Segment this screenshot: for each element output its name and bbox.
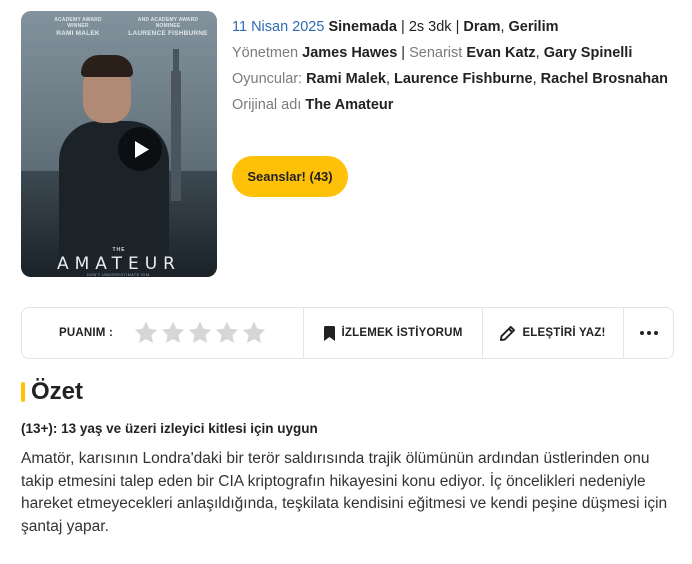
release-date: 11 Nisan 2025 [232, 19, 325, 35]
poster-credit-right-line1: AND ACADEMY AWARD NOMINEE [137, 17, 199, 30]
original-title: The Amateur [305, 97, 394, 113]
poster-credit-left: ACADEMY AWARD WINNER RAMI MALEK [43, 17, 113, 38]
movie-poster[interactable]: ACADEMY AWARD WINNER RAMI MALEK AND ACAD… [21, 11, 217, 277]
poster-title: AMATEUR [57, 254, 181, 274]
cast-label: Oyuncular: [232, 71, 303, 87]
separator: | [401, 19, 405, 35]
poster-minaret [171, 49, 181, 201]
release-status: Sinemada [328, 19, 397, 35]
writer-label: Senarist [409, 45, 463, 61]
star-icon[interactable] [241, 320, 267, 346]
poster-credit-right: AND ACADEMY AWARD NOMINEE LAURENCE FISHB… [126, 17, 210, 38]
poster-figure-hair [81, 55, 133, 77]
poster-tagline: DON'T UNDERESTIMATE HIM. [87, 273, 151, 277]
rating-stars [133, 320, 267, 346]
play-icon [134, 140, 149, 158]
poster-credit-left-line2: RAMI MALEK [56, 29, 100, 37]
poster-credit-left-line1: ACADEMY AWARD WINNER [54, 17, 102, 30]
rating-label: PUANIM : [59, 327, 113, 339]
watchlist-label: İZLEMEK İSTİYORUM [341, 327, 463, 339]
summary-accent-bar [21, 382, 25, 402]
original-title-row: Orijinal adı The Amateur [232, 95, 677, 116]
release-row: 11 Nisan 2025 Sinemada | 2s 3dk | Dram, … [232, 19, 559, 35]
more-options-button[interactable] [624, 308, 673, 358]
summary-heading: Özet [21, 378, 83, 406]
cast-row: Oyuncular: Rami Malek, Laurence Fishburn… [232, 71, 668, 87]
separator: | [455, 19, 460, 35]
sessions-button[interactable]: Seanslar! (43) [232, 156, 348, 197]
trailer-play-button[interactable] [118, 127, 162, 171]
movie-info: 11 Nisan 2025 Sinemada | 2s 3dk | Dram, … [232, 17, 677, 121]
star-icon[interactable] [133, 320, 159, 346]
action-bar: PUANIM : İZLEMEK İSTİYORUM ELEŞTİRİ YAZ! [21, 307, 674, 359]
star-icon[interactable] [187, 320, 213, 346]
pencil-icon [500, 325, 516, 341]
director-label: Yönetmen [232, 45, 299, 61]
write-review-button[interactable]: ELEŞTİRİ YAZ! [483, 308, 624, 358]
separator: | [401, 45, 406, 61]
poster-title-small: THE [112, 247, 126, 253]
more-dots-icon [639, 331, 658, 335]
review-label: ELEŞTİRİ YAZ! [522, 327, 606, 339]
crew-row: Yönetmen James Hawes | Senarist Evan Kat… [232, 45, 633, 61]
cast-link[interactable]: Rami Malek [306, 71, 386, 87]
rating-cell: PUANIM : [22, 308, 304, 358]
writer-link[interactable]: Evan Katz [466, 45, 535, 61]
summary-title: Özet [31, 378, 84, 405]
original-title-label: Orijinal adı [232, 97, 302, 113]
poster-credit-right-line2: LAURENCE FISHBURNE [128, 29, 208, 37]
genre-link[interactable]: Gerilim [509, 19, 559, 35]
genre-link[interactable]: Dram [463, 19, 500, 35]
age-rating: (13+): 13 yaş ve üzeri izleyici kitlesi … [21, 421, 318, 436]
duration: 2s 3dk [408, 19, 452, 35]
watchlist-button[interactable]: İZLEMEK İSTİYORUM [304, 308, 483, 358]
director-link[interactable]: James Hawes [302, 45, 397, 61]
star-icon[interactable] [160, 320, 186, 346]
cast-link[interactable]: Laurence Fishburne [394, 71, 533, 87]
writer-link[interactable]: Gary Spinelli [544, 45, 633, 61]
star-icon[interactable] [214, 320, 240, 346]
bookmark-icon [323, 325, 335, 341]
cast-link[interactable]: Rachel Brosnahan [541, 71, 668, 87]
summary-description: Amatör, karısının Londra'daki bir terör … [21, 450, 668, 535]
